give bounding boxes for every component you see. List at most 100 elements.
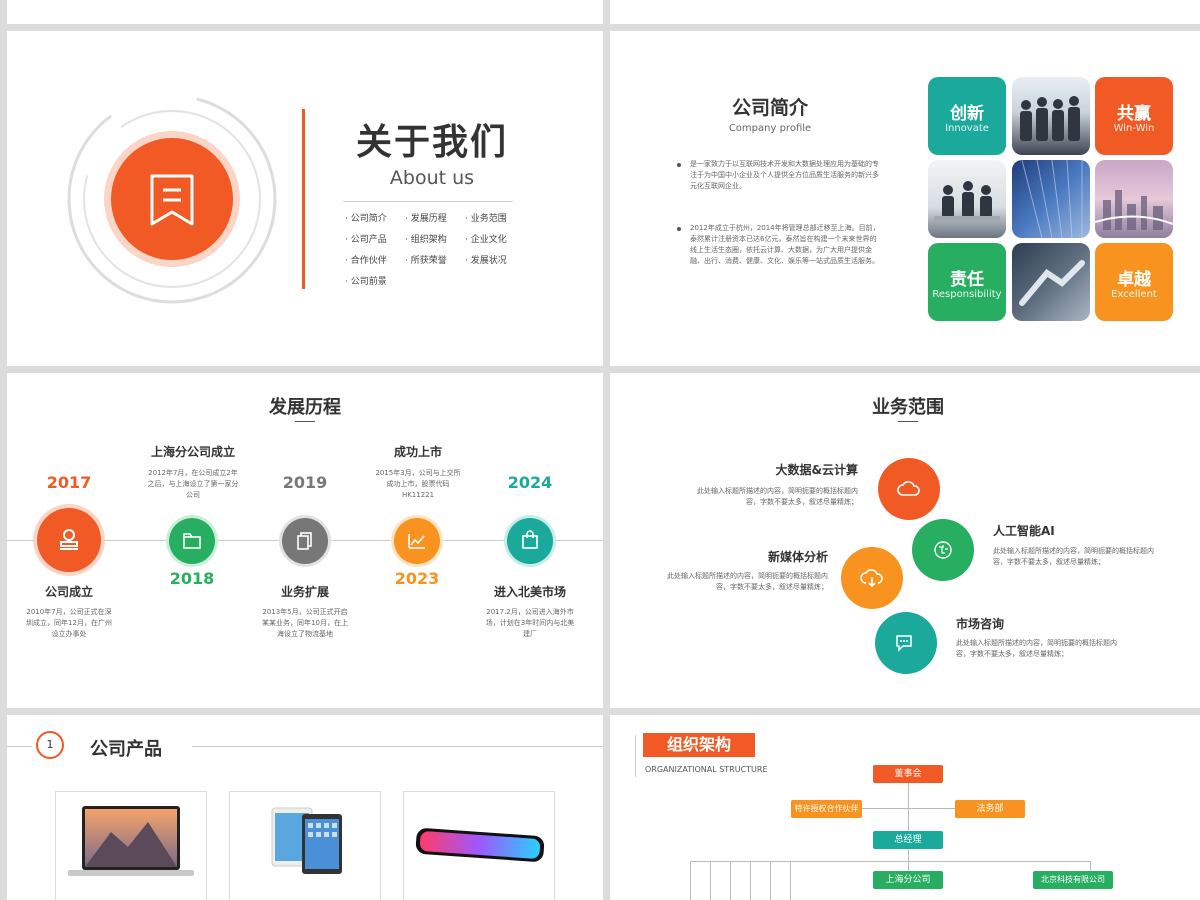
slide-products[interactable]: 1 公司产品 [7,715,603,900]
business-label: 人工智能AI [993,524,1055,538]
products-title: 公司产品 [90,739,162,760]
chat-icon [896,635,912,652]
laptop-image [68,806,194,876]
handshake-icon [1019,260,1085,306]
year-label: 2024 [507,473,553,492]
business-desc: 此处输入标题所描述的内容，简明扼要的概括标题内容，字数不要太多，叙述尽量精炼； [956,639,1117,658]
bullet-dot [677,163,681,167]
org-box-legal[interactable]: 法务部 [955,800,1025,818]
tablet-image [271,807,342,874]
org-box-beijing[interactable]: 北京科技有限公司 [1033,871,1113,889]
menu-item-org[interactable]: · 组织架构 [405,232,447,245]
org-connector [770,861,771,900]
title-underline [295,421,315,422]
business-title: 业务范围 [872,397,944,418]
menu-item-partners[interactable]: · 合作伙伴 [345,253,387,266]
year-label: 2019 [282,473,328,492]
bullet-dot [677,227,681,231]
shopping-bag-icon [522,530,538,549]
business-desc: 此处输入标题所描述的内容，简明扼要的概括标题内容，字数不要太多，叙述尽量精炼； [993,547,1154,566]
profile-paragraph-2: 2012年成立于杭州，2014年将管理总部迁移至上海。目前，泰然累计注册资本已达… [690,224,880,265]
tile-excellent: 卓越 Excellent [1095,243,1173,321]
org-connector [710,861,711,900]
org-box-partner[interactable]: 特许授权合作伙伴 [791,800,862,818]
profile-paragraph-1: 是一家致力于以互联网技术开发和大数据处理应用为基础的专注于为中国中小企业及个人提… [690,160,879,190]
slide-business-scope[interactable]: 业务范围 大数据&云计算 此处输入标题所描述的内容，简明扼要的概括标题内容，字数… [610,373,1200,708]
tile-label-cn: 创新 [950,104,984,124]
photo-team [1012,77,1090,155]
menu-item-profile[interactable]: · 公司简介 [345,211,387,224]
org-accent-line [635,735,636,777]
cloud-download-icon [860,569,883,588]
year-label: 2018 [169,569,215,588]
phone-image [415,828,545,862]
product-card-phone[interactable] [403,791,555,900]
tile-label-cn: 共赢 [1117,104,1151,124]
org-box-gm[interactable]: 总经理 [873,831,943,849]
building-icon [1021,160,1083,238]
section-number: 1 [46,738,54,751]
photo-meeting [928,160,1006,238]
tile-win-win: 共赢 Win-Win [1095,77,1173,155]
people-icon [1020,96,1080,141]
tile-label-en: Responsibility [932,289,1002,300]
milestone-label: 进入北美市场 [493,585,566,599]
org-connector [1090,861,1091,871]
tile-label-en: Win-Win [1113,123,1155,134]
tile-label-cn: 责任 [950,270,984,290]
org-connector [750,861,751,900]
stamp-icon [60,529,78,550]
org-connector [790,861,791,900]
menu-item-honors[interactable]: · 所获荣誉 [405,253,447,266]
milestone-desc: 2015年3月，公司与上交所成功上市，股票代码HK11221 [375,469,461,499]
cloud-icon [897,481,920,496]
product-card-laptop[interactable] [55,791,207,900]
slide-top-left-partial[interactable] [7,0,603,24]
year-label: 2017 [46,473,92,492]
header-line-right [192,746,603,747]
photo-business [1012,243,1090,321]
profile-title: 公司简介 [731,97,808,119]
about-title: 关于我们 [355,122,508,163]
slide-history[interactable]: 发展历程 2017 公司成立 2010年7月，公司正式在深圳成立，同年12月，在… [7,373,603,708]
header-line-left [7,746,32,747]
milestone-desc: 2013年5月，公司正式开启某某业务，同年10月，在上海设立了物流基地 [262,608,348,638]
slide-about-us[interactable]: 关于我们 About us · 公司简介 · 发展历程 · 业务范围 · 公司产… [7,31,603,366]
product-card-tablet[interactable] [229,791,381,900]
milestone-label: 成功上市 [393,445,442,459]
business-desc: 此处输入标题所描述的内容，简明扼要的概括标题内容，字数不要太多，叙述尽量精炼； [667,572,828,591]
org-box-board[interactable]: 董事会 [873,765,943,783]
trend-chart-icon [408,534,425,549]
about-subtitle: About us [389,167,475,189]
business-label: 新媒体分析 [767,550,828,564]
year-label: 2023 [394,569,440,588]
milestone-desc: 2012年7月，在公司成立2年之后，与上海设立了第一家分公司 [147,469,239,499]
menu-item-products[interactable]: · 公司产品 [345,232,387,245]
org-box-shanghai[interactable]: 上海分公司 [873,871,943,889]
slide-company-profile[interactable]: 公司简介 Company profile 是一家致力于以互联网技术开发和大数据处… [610,31,1200,366]
milestone-label: 上海分公司成立 [150,445,235,459]
tile-label-en: Excellent [1111,289,1157,300]
brain-icon [934,541,952,559]
photo-building [1012,160,1090,238]
slide-org-structure[interactable]: 组织架构 ORGANIZATIONAL STRUCTURE 董事会 特许授权合作… [610,715,1200,900]
title-underline [898,421,918,422]
org-subtitle: ORGANIZATIONAL STRUCTURE [645,765,768,774]
menu-item-business[interactable]: · 业务范围 [465,211,507,224]
tile-label-cn: 卓越 [1117,270,1151,290]
menu-item-status[interactable]: · 发展状况 [465,253,507,266]
history-title: 发展历程 [269,397,341,418]
menu-item-history[interactable]: · 发展历程 [405,211,447,224]
tile-label-en: Innovate [945,123,989,134]
copy-icon [297,532,312,550]
org-connector [730,861,731,900]
folder-icon [183,533,201,549]
menu-item-culture[interactable]: · 企业文化 [465,232,507,245]
business-label: 市场咨询 [956,617,1005,631]
accent-divider [302,109,305,289]
menu-item-prospects[interactable]: · 公司前景 [345,274,387,287]
people-icon [934,181,1000,222]
about-underline [343,201,513,202]
slide-top-right-partial[interactable] [610,0,1200,24]
tile-responsibility: 责任 Responsibility [928,243,1006,321]
